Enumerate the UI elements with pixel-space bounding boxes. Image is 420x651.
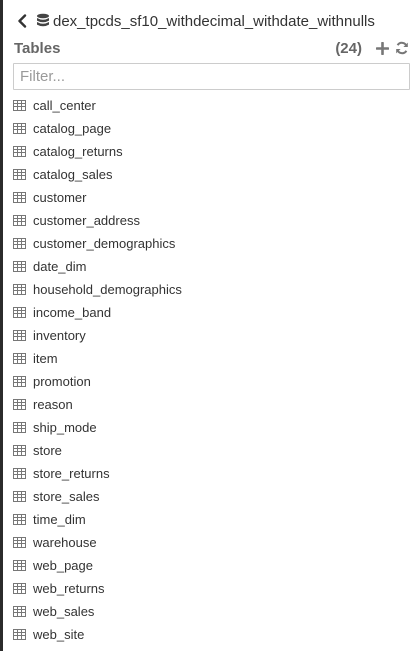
table-icon [13,445,27,457]
refresh-tables-button[interactable] [394,40,410,56]
table-item[interactable]: store_returns [3,462,420,485]
table-name: web_sales [33,604,95,619]
tables-section-title: Tables [14,39,61,57]
table-icon [13,215,27,227]
table-icon [13,169,27,181]
table-icon [13,100,27,112]
table-list: call_center catalog_page catalog_returnsca… [3,94,420,646]
table-item[interactable]: time_dim [3,508,420,531]
table-name: household_demographics [33,282,182,297]
table-icon [13,583,27,595]
add-table-button[interactable] [374,40,390,56]
table-name: catalog_page [33,121,112,136]
table-icon [13,307,27,319]
table-item[interactable]: store [3,439,420,462]
table-icon [13,537,27,549]
table-name: catalog_sales [33,167,113,182]
database-name[interactable]: dex_tpcds_sf10_withdecimal_withdate_with… [53,13,375,30]
table-icon [13,629,27,641]
table-name: customer [33,190,87,205]
table-name: store_returns [33,466,110,481]
table-name: web_returns [33,581,105,596]
table-item[interactable]: promotion [3,370,420,393]
table-item[interactable]: catalog_returns [3,140,420,163]
table-name: reason [33,397,73,412]
table-name: warehouse [33,535,97,550]
table-name: web_page [33,558,93,573]
chevron-left-icon [18,14,27,28]
table-item[interactable]: customer_address [3,209,420,232]
table-name: promotion [33,374,91,389]
database-icon [36,12,52,30]
table-icon [13,261,27,273]
table-item[interactable]: web_site [3,623,420,646]
table-icon [13,514,27,526]
table-item[interactable]: reason [3,393,420,416]
table-item[interactable]: catalog_page [3,117,420,140]
table-name: store_sales [33,489,100,504]
table-icon [13,422,27,434]
back-button[interactable] [12,10,32,32]
database-header: dex_tpcds_sf10_withdecimal_withdate_with… [3,10,420,32]
table-item[interactable]: catalog_sales [3,163,420,186]
table-icon [13,353,27,365]
table-icon [13,123,27,135]
table-icon [13,238,27,250]
plus-icon [375,41,389,55]
table-name: call_center [33,98,96,113]
table-icon [13,284,27,296]
table-item[interactable]: ship_mode [3,416,420,439]
table-icon [13,399,27,411]
table-name: item [33,351,58,366]
table-item[interactable]: customer [3,186,420,209]
table-item[interactable]: date_dim [3,255,420,278]
tables-count: (24) [335,39,362,57]
table-icon [13,606,27,618]
table-name: inventory [33,328,86,343]
table-item[interactable]: household_demographics [3,278,420,301]
table-name: customer_demographics [33,236,176,251]
table-item[interactable]: income_band [3,301,420,324]
table-icon [13,491,27,503]
table-item[interactable]: warehouse [3,531,420,554]
table-icon [13,376,27,388]
table-browser-panel: dex_tpcds_sf10_withdecimal_withdate_with… [0,0,420,651]
table-name: date_dim [33,259,87,274]
table-icon [13,146,27,158]
table-name: catalog_returns [33,144,123,159]
tables-toolbar: Tables (24) [14,38,410,58]
table-name: web_site [33,627,85,642]
table-item[interactable]: web_page [3,554,420,577]
table-item[interactable]: item [3,347,420,370]
table-name: store [33,443,62,458]
table-name: time_dim [33,512,86,527]
refresh-icon [396,41,408,55]
table-name: customer_address [33,213,140,228]
table-item[interactable]: web_sales [3,600,420,623]
table-icon [13,192,27,204]
table-icon [13,560,27,572]
table-item[interactable]: inventory [3,324,420,347]
filter-input[interactable] [13,63,410,90]
table-item[interactable]: customer_demographics [3,232,420,255]
table-icon [13,468,27,480]
table-name: income_band [33,305,112,320]
table-icon [13,330,27,342]
table-name: ship_mode [33,420,97,435]
table-item[interactable]: call_center [3,94,420,117]
table-item[interactable]: web_returns [3,577,420,600]
table-item[interactable]: store_sales [3,485,420,508]
